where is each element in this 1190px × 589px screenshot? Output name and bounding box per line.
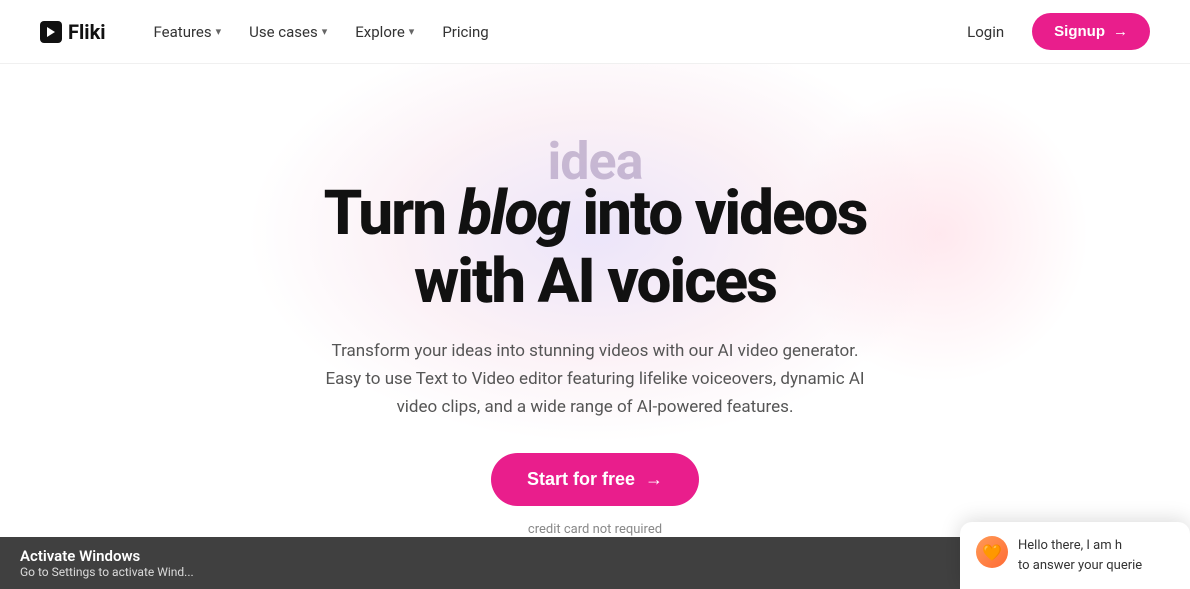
chat-text: Hello there, I am h to answer your queri…	[1018, 536, 1142, 575]
logo-icon	[40, 21, 62, 43]
cta-button[interactable]: Start for free →	[491, 453, 699, 506]
chat-avatar: 🧡	[976, 536, 1008, 568]
brand-name: Fliki	[68, 20, 106, 44]
cta-arrow: →	[645, 469, 663, 490]
hero-section: idea Turn blog into videos with AI voice…	[0, 64, 1190, 589]
features-chevron: ▾	[216, 25, 222, 38]
credit-note: credit card not required	[528, 522, 662, 537]
windows-bar-title: Activate Windows	[20, 547, 940, 565]
windows-activation-bar: Activate Windows Go to Settings to activ…	[0, 537, 960, 589]
logo-svg	[44, 25, 58, 39]
hero-subtitle: Transform your ideas into stunning video…	[324, 337, 867, 421]
explore-chevron: ▾	[409, 25, 415, 38]
nav-use-cases[interactable]: Use cases ▾	[237, 15, 339, 49]
signup-button[interactable]: Signup →	[1032, 13, 1150, 50]
nav-explore[interactable]: Explore ▾	[343, 15, 426, 49]
signup-arrow: →	[1113, 23, 1128, 40]
hero-title: Turn blog into videos with AI voices	[324, 180, 867, 316]
navbar: Fliki Features ▾ Use cases ▾ Explore ▾ P…	[0, 0, 1190, 64]
nav-features[interactable]: Features ▾	[142, 15, 234, 49]
chat-message: 🧡 Hello there, I am h to answer your que…	[976, 536, 1174, 575]
nav-links: Features ▾ Use cases ▾ Explore ▾ Pricing	[142, 15, 956, 49]
cta-group: Start for free → credit card not require…	[324, 453, 867, 537]
hero-highlight-word: blog	[459, 177, 569, 250]
hero-title-line2: with AI voices	[414, 245, 776, 318]
nav-right: Login Signup →	[955, 13, 1150, 50]
login-button[interactable]: Login	[955, 15, 1016, 49]
windows-bar-subtitle: Go to Settings to activate Wind...	[20, 565, 940, 579]
hero-content: idea Turn blog into videos with AI voice…	[324, 136, 867, 537]
chat-widget[interactable]: 🧡 Hello there, I am h to answer your que…	[960, 522, 1190, 589]
nav-pricing[interactable]: Pricing	[430, 15, 500, 49]
logo[interactable]: Fliki	[40, 20, 106, 44]
use-cases-chevron: ▾	[322, 25, 328, 38]
